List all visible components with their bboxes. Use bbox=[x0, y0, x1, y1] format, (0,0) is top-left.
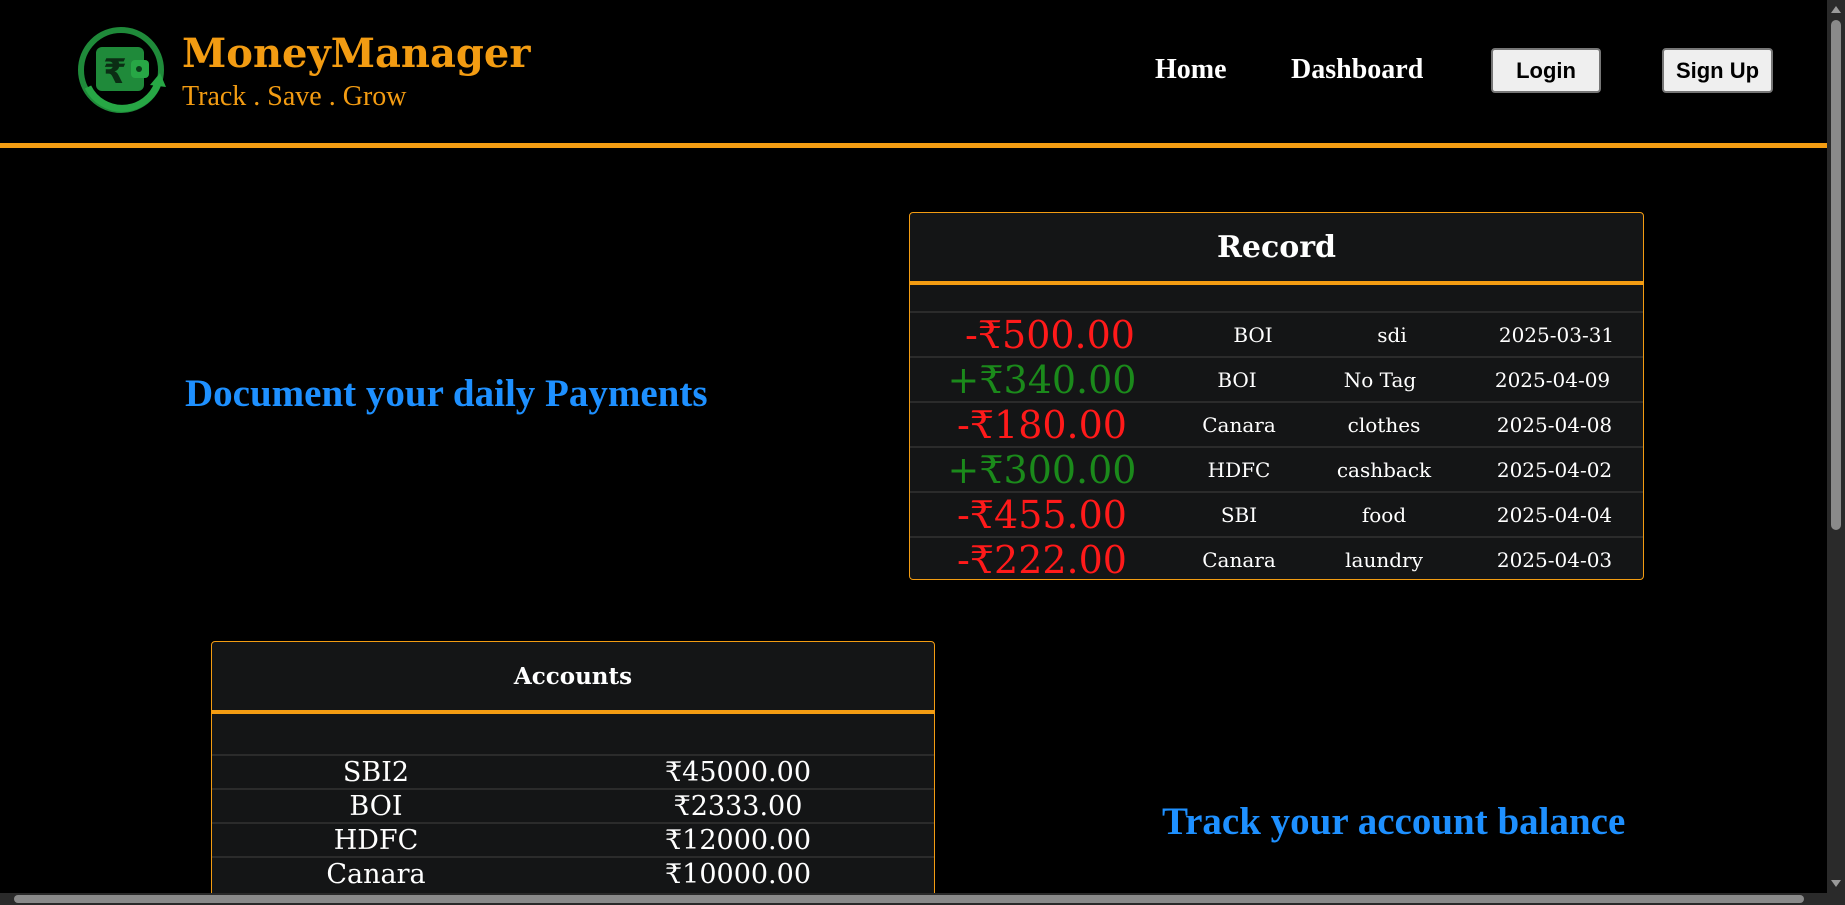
svg-text:₹: ₹ bbox=[103, 52, 127, 92]
scroll-down-arrow-icon[interactable] bbox=[1831, 880, 1841, 887]
header-divider bbox=[0, 143, 1827, 148]
record-tag: cashback bbox=[1336, 457, 1432, 482]
account-name: SBI2 bbox=[342, 756, 410, 788]
nav-dashboard-link[interactable]: Dashboard bbox=[1291, 52, 1423, 88]
record-amount: +₹300.00 bbox=[947, 447, 1137, 492]
record-amount: -₹455.00 bbox=[957, 492, 1127, 537]
record-amount: +₹340.00 bbox=[947, 357, 1137, 402]
record-account: Canara bbox=[1202, 547, 1276, 572]
record-date: 2025-03-31 bbox=[1498, 322, 1615, 347]
account-balance: ₹10000.00 bbox=[664, 858, 811, 890]
signup-button[interactable]: Sign Up bbox=[1662, 48, 1773, 93]
account-row: SBI2 ₹45000.00 bbox=[212, 754, 934, 788]
record-account: BOI bbox=[1233, 322, 1273, 347]
accounts-table-header bbox=[212, 714, 934, 754]
vertical-scrollbar-thumb[interactable] bbox=[1831, 20, 1841, 530]
record-account: SBI bbox=[1220, 502, 1258, 527]
vertical-scrollbar[interactable] bbox=[1827, 0, 1845, 893]
record-date: 2025-04-04 bbox=[1496, 502, 1613, 527]
balance-feature-text: Track your account balance bbox=[1162, 800, 1626, 843]
record-row: -₹500.00 BOI sdi 2025-03-31 bbox=[910, 311, 1643, 357]
account-balance: ₹45000.00 bbox=[664, 756, 811, 788]
accounts-card: Accounts SBI2 ₹45000.00 BOI ₹2333.00 HDF… bbox=[211, 641, 935, 893]
record-table-header bbox=[910, 285, 1643, 311]
rupee-wallet-logo-icon[interactable]: ₹ bbox=[76, 25, 166, 115]
record-account: HDFC bbox=[1207, 457, 1271, 482]
record-row: -₹455.00 SBI food 2025-04-04 bbox=[910, 491, 1643, 537]
payments-feature-text: Document your daily Payments bbox=[185, 372, 708, 415]
record-tag: food bbox=[1361, 502, 1407, 527]
account-balance: ₹12000.00 bbox=[664, 824, 811, 856]
record-amount: -₹180.00 bbox=[957, 402, 1127, 447]
account-row: BOI ₹2333.00 bbox=[212, 788, 934, 822]
record-row: +₹300.00 HDFC cashback 2025-04-02 bbox=[910, 446, 1643, 492]
record-account: Canara bbox=[1202, 412, 1276, 437]
record-row: -₹180.00 Canara clothes 2025-04-08 bbox=[910, 401, 1643, 447]
horizontal-scrollbar[interactable] bbox=[0, 893, 1845, 905]
record-row: +₹340.00 BOI No Tag 2025-04-09 bbox=[910, 356, 1643, 402]
record-title: Record bbox=[910, 213, 1643, 285]
brand-tagline: Track . Save . Grow bbox=[182, 81, 407, 112]
horizontal-scrollbar-thumb[interactable] bbox=[14, 895, 1804, 903]
record-tag: clothes bbox=[1347, 412, 1421, 437]
account-row: HDFC ₹12000.00 bbox=[212, 822, 934, 856]
login-button[interactable]: Login bbox=[1491, 48, 1601, 93]
account-row: Canara ₹10000.00 bbox=[212, 856, 934, 890]
record-account: BOI bbox=[1217, 367, 1257, 392]
record-tag: sdi bbox=[1377, 322, 1407, 347]
account-balance: ₹2333.00 bbox=[673, 790, 803, 822]
record-date: 2025-04-02 bbox=[1496, 457, 1613, 482]
record-amount: -₹222.00 bbox=[957, 537, 1127, 580]
nav-home-link[interactable]: Home bbox=[1155, 52, 1227, 88]
page: ₹ MoneyManager Track . Save . Grow Home … bbox=[0, 0, 1827, 893]
record-card: Record -₹500.00 BOI sdi 2025-03-31 +₹340… bbox=[909, 212, 1644, 580]
brand-title: MoneyManager bbox=[182, 30, 531, 77]
account-name: BOI bbox=[349, 790, 403, 822]
account-name: HDFC bbox=[333, 824, 419, 856]
record-row: -₹222.00 Canara laundry 2025-04-03 bbox=[910, 536, 1643, 580]
record-date: 2025-04-08 bbox=[1496, 412, 1613, 437]
scroll-up-arrow-icon[interactable] bbox=[1831, 6, 1841, 13]
record-tag: laundry bbox=[1345, 547, 1423, 572]
record-date: 2025-04-09 bbox=[1494, 367, 1611, 392]
record-date: 2025-04-03 bbox=[1496, 547, 1613, 572]
record-amount: -₹500.00 bbox=[965, 312, 1135, 357]
account-name: Canara bbox=[326, 858, 426, 890]
record-tag: No Tag bbox=[1343, 367, 1417, 392]
accounts-title: Accounts bbox=[212, 642, 934, 714]
